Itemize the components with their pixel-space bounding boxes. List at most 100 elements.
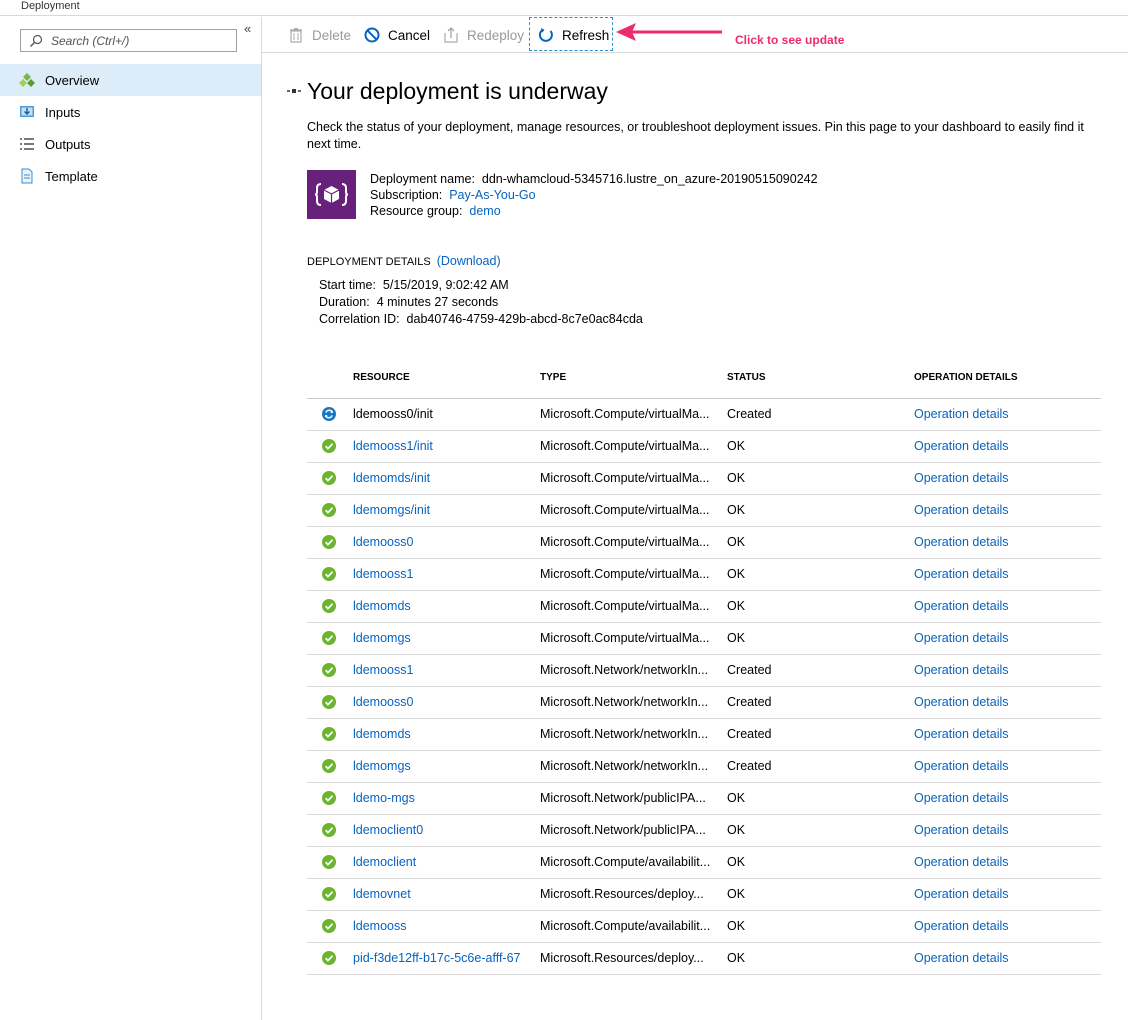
operation-details-link[interactable]: Operation details — [914, 846, 1101, 879]
resource-status: Created — [727, 398, 914, 431]
operation-details-link[interactable]: Operation details — [914, 590, 1101, 623]
resource-name[interactable]: ldemomgs — [353, 750, 540, 783]
operation-details-link[interactable]: Operation details — [914, 910, 1101, 943]
row-status-icon-cell — [307, 942, 353, 975]
resource-type: Microsoft.Network/networkIn... — [540, 750, 727, 783]
row-status-icon-cell — [307, 750, 353, 783]
start-time-value: 5/15/2019, 9:02:42 AM — [382, 278, 509, 292]
operation-details-link[interactable]: Operation details — [914, 686, 1101, 719]
deployment-badge — [307, 170, 356, 219]
table-row: ldemomds Microsoft.Network/networkIn... Cr… — [307, 718, 1101, 751]
resource-name[interactable]: ldemomgs — [353, 622, 540, 655]
table-row: ldemomgs/init Microsoft.Compute/virtualMa… — [307, 494, 1101, 527]
success-check-icon — [322, 567, 336, 581]
operation-details-link[interactable]: Operation details — [914, 622, 1101, 655]
resource-name[interactable]: ldemooss0 — [353, 686, 540, 719]
resource-type: Microsoft.Resources/deploy... — [540, 878, 727, 911]
operation-details-link[interactable]: Operation details — [914, 558, 1101, 591]
success-check-icon — [322, 759, 336, 773]
subscription-row: Subscription: Pay-As-You-Go — [370, 187, 818, 203]
resource-name[interactable]: ldemooss — [353, 910, 540, 943]
subscription-label: Subscription: — [370, 188, 443, 202]
resource-status: OK — [727, 942, 914, 975]
operation-details-link[interactable]: Operation details — [914, 398, 1101, 431]
table-row: ldemomgs Microsoft.Compute/virtualMa... OK… — [307, 622, 1101, 655]
search-icon — [30, 34, 43, 47]
resource-status: OK — [727, 590, 914, 623]
operation-details-link[interactable]: Operation details — [914, 718, 1101, 751]
page-description: Check the status of your deployment, man… — [307, 120, 1084, 151]
collapse-sidebar-icon[interactable]: « — [244, 21, 251, 36]
resource-group-link[interactable]: demo — [469, 204, 500, 218]
resource-name[interactable]: pid-f3de12ff-b17c-5c6e-afff-67 — [353, 942, 540, 975]
window-titlebar: Deployment — [0, 0, 1128, 16]
refresh-button[interactable]: Refresh — [538, 25, 609, 45]
resource-name[interactable]: ldemo-mgs — [353, 782, 540, 815]
resource-name[interactable]: ldemoclient0 — [353, 814, 540, 847]
resource-name[interactable]: ldemomgs/init — [353, 494, 540, 527]
resource-type: Microsoft.Network/publicIPA... — [540, 814, 727, 847]
resource-status: OK — [727, 910, 914, 943]
row-status-icon-cell — [307, 462, 353, 495]
resource-name[interactable]: ldemoclient — [353, 846, 540, 879]
operation-details-link[interactable]: Operation details — [914, 430, 1101, 463]
success-check-icon — [322, 823, 336, 837]
trash-icon — [290, 28, 302, 43]
subscription-link[interactable]: Pay-As-You-Go — [449, 188, 535, 202]
resource-name[interactable]: ldemovnet — [353, 878, 540, 911]
upload-icon — [444, 27, 458, 43]
operation-details-link[interactable]: Operation details — [914, 462, 1101, 495]
redeploy-button[interactable]: Redeploy — [443, 25, 524, 45]
success-check-icon — [322, 471, 336, 485]
resource-status: OK — [727, 430, 914, 463]
operation-details-link[interactable]: Operation details — [914, 526, 1101, 559]
sidebar-nav: Overview Inputs Outputs Template — [0, 64, 261, 192]
row-status-icon-cell — [307, 398, 353, 431]
table-row: ldemomgs Microsoft.Network/networkIn... Cr… — [307, 750, 1101, 783]
refresh-icon — [538, 28, 553, 42]
resource-type: Microsoft.Network/networkIn... — [540, 686, 727, 719]
search-input[interactable]: Search (Ctrl+/) — [20, 29, 237, 52]
resource-name[interactable]: ldemomds — [353, 590, 540, 623]
resource-type: Microsoft.Compute/virtualMa... — [540, 590, 727, 623]
success-check-icon — [322, 631, 336, 645]
correlation-label: Correlation ID: — [319, 312, 400, 326]
resource-group-row: Resource group: demo — [370, 203, 818, 219]
operation-details-link[interactable]: Operation details — [914, 878, 1101, 911]
resource-name[interactable]: ldemooss0 — [353, 526, 540, 559]
success-check-icon — [322, 919, 336, 933]
sidebar-item-template[interactable]: Template — [0, 160, 261, 192]
resource-status: OK — [727, 622, 914, 655]
search-placeholder: Search (Ctrl+/) — [51, 34, 130, 48]
delete-label: Delete — [312, 27, 352, 43]
sidebar-item-outputs[interactable]: Outputs — [0, 128, 261, 160]
row-status-icon-cell — [307, 686, 353, 719]
operation-details-link[interactable]: Operation details — [914, 750, 1101, 783]
sidebar-item-inputs[interactable]: Inputs — [0, 96, 261, 128]
resource-name[interactable]: ldemooss1 — [353, 654, 540, 687]
sidebar-item-label: Inputs — [45, 105, 81, 120]
table-row: ldemooss1 Microsoft.Network/networkIn... C… — [307, 654, 1101, 687]
operation-details-link[interactable]: Operation details — [914, 494, 1101, 527]
sidebar-item-overview[interactable]: Overview — [0, 64, 261, 96]
success-check-icon — [322, 503, 336, 517]
resource-status: Created — [727, 718, 914, 751]
row-status-icon-cell — [307, 558, 353, 591]
resource-name[interactable]: ldemooss1/init — [353, 430, 540, 463]
resource-name[interactable]: ldemomds — [353, 718, 540, 751]
download-link[interactable]: (Download) — [437, 254, 501, 268]
resource-status: OK — [727, 814, 914, 847]
table-row: ldemooss1 Microsoft.Compute/virtualMa... O… — [307, 558, 1101, 591]
window-title: Deployment — [21, 0, 80, 12]
cancel-button[interactable]: Cancel — [364, 25, 430, 45]
column-header-status: STATUS — [727, 358, 914, 399]
table-row: ldemovnet Microsoft.Resources/deploy... OK… — [307, 878, 1101, 911]
operation-details-link[interactable]: Operation details — [914, 782, 1101, 815]
delete-button[interactable]: Delete — [288, 25, 351, 45]
resource-name[interactable]: ldemomds/init — [353, 462, 540, 495]
operation-details-link[interactable]: Operation details — [914, 654, 1101, 687]
row-status-icon-cell — [307, 846, 353, 879]
operation-details-link[interactable]: Operation details — [914, 814, 1101, 847]
operation-details-link[interactable]: Operation details — [914, 942, 1101, 975]
resource-name[interactable]: ldemooss1 — [353, 558, 540, 591]
